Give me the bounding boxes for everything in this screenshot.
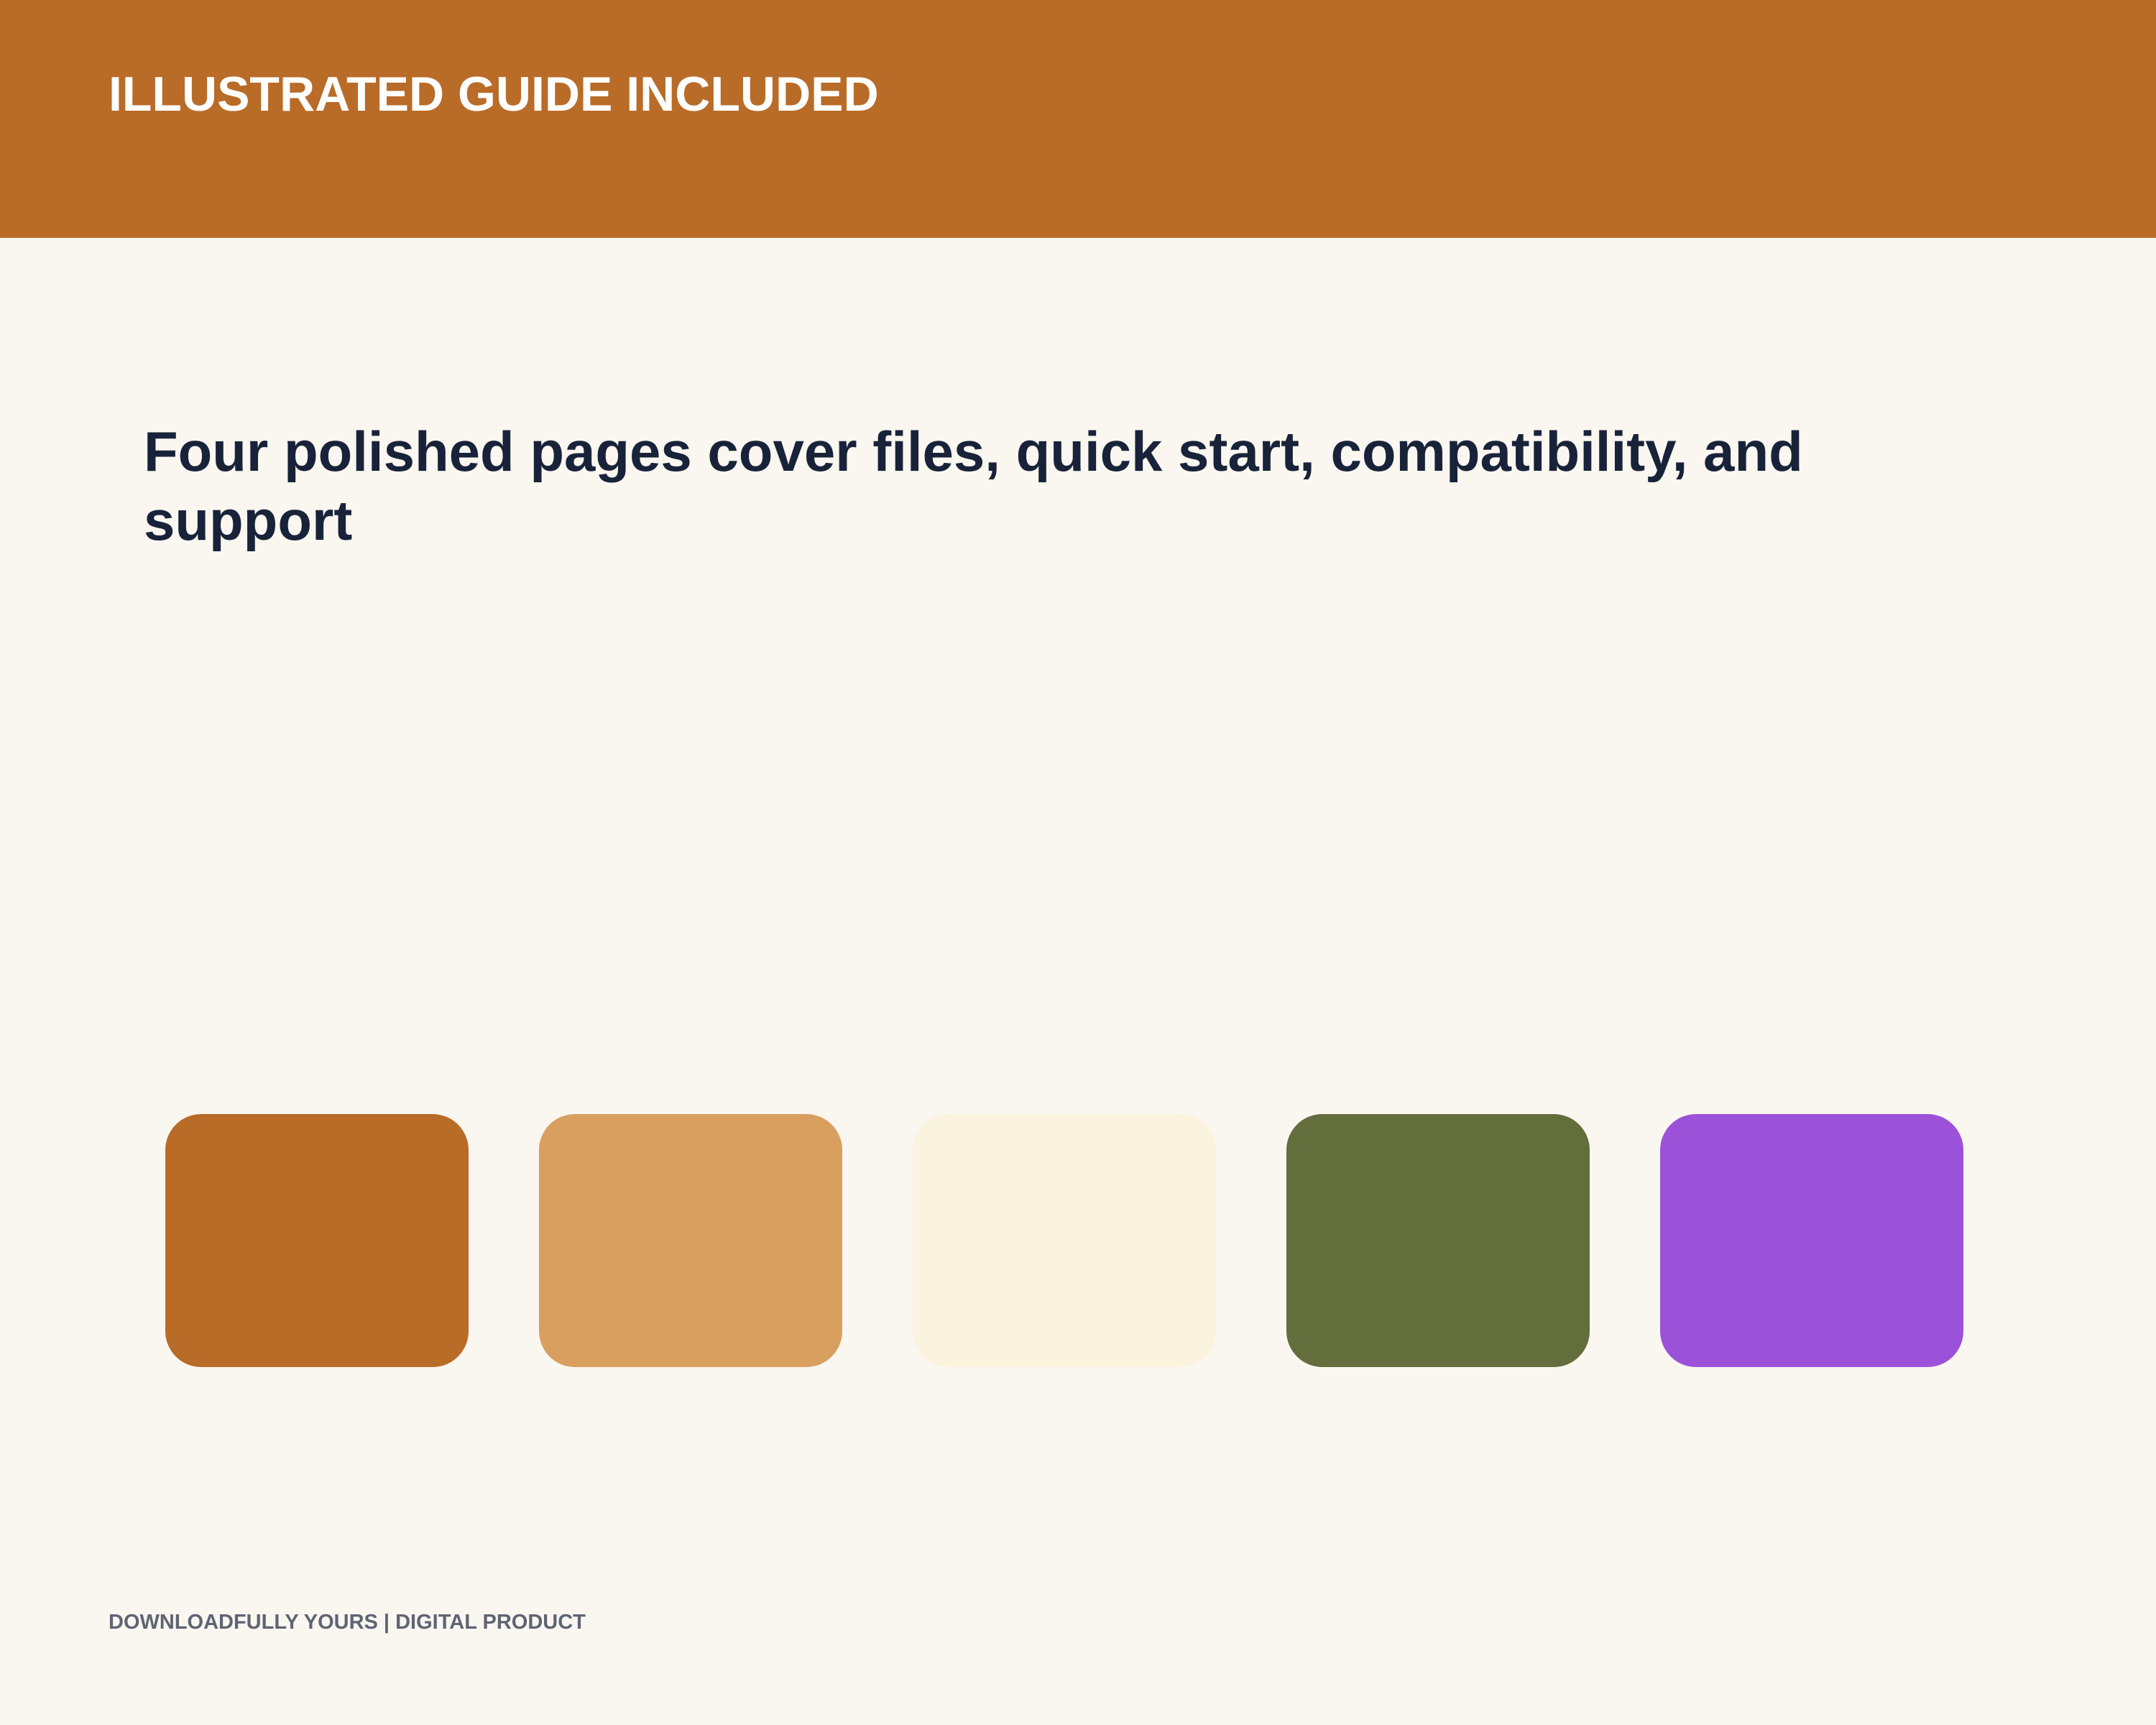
- color-swatch-4: [1286, 1114, 1590, 1367]
- color-swatch-1: [165, 1114, 469, 1367]
- page-headline: Four polished pages cover files, quick s…: [144, 420, 1803, 552]
- color-swatch-2: [539, 1114, 842, 1367]
- color-swatch-row: [165, 1114, 1963, 1367]
- color-swatch-5: [1660, 1114, 1963, 1367]
- color-swatch-3: [913, 1114, 1216, 1367]
- header-band: ILLUSTRATED GUIDE INCLUDED: [0, 0, 2156, 238]
- header-title: ILLUSTRATED GUIDE INCLUDED: [109, 67, 879, 121]
- footer-brand-text: DOWNLOADFULLY YOURS | DIGITAL PRODUCT: [109, 1611, 586, 1634]
